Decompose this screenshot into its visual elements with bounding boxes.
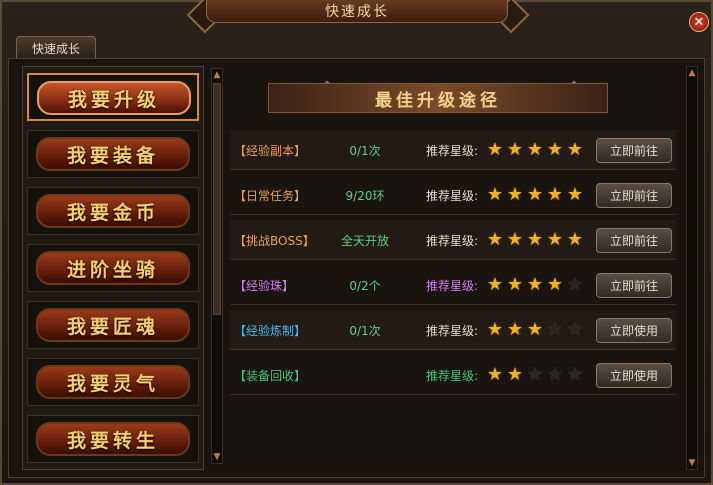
recommend-label: 推荐星级: [426, 143, 479, 158]
menu-item[interactable]: 进阶坐骑 [27, 244, 199, 292]
menu-button[interactable]: 我要转生 [36, 422, 190, 456]
star-filled-icon: ★ [546, 229, 564, 250]
star-rating: ★ ★ ★ ★ ★ [486, 141, 584, 159]
star-rating: ★ ★ ★ ★ ★ [486, 321, 584, 339]
scroll-up-icon[interactable]: ▲ [687, 68, 697, 78]
star-rating: ★ ★ ★ ★ ★ [486, 186, 584, 204]
route-progress: 全天开放 [340, 233, 389, 248]
route-progress: 0/2个 [349, 278, 381, 293]
route-name: 【经验副本】 [234, 143, 307, 158]
route-action-button[interactable]: 立即使用 [596, 363, 672, 388]
route-progress [330, 355, 400, 395]
star-filled-icon: ★ [526, 274, 544, 295]
route-row: 【装备回收】 推荐星级: ★ ★ ★ ★ ★ 立即使用 [230, 355, 676, 395]
route-action-button[interactable]: 立即前往 [596, 228, 672, 253]
star-rating: ★ ★ ★ ★ ★ [486, 276, 584, 294]
banner-title: 最佳升级途径 [375, 90, 501, 111]
star-filled-icon: ★ [506, 229, 524, 250]
menu-button[interactable]: 我要灵气 [36, 365, 190, 399]
route-name: 【经验炼制】 [234, 323, 307, 338]
window-title: 快速成长 [325, 4, 389, 20]
scroll-down-icon[interactable]: ▼ [687, 458, 697, 468]
recommend-label: 推荐星级: [426, 323, 479, 338]
menu-scroll-thumb[interactable] [213, 83, 221, 315]
star-filled-icon: ★ [526, 139, 544, 160]
menu-button[interactable]: 我要装备 [36, 137, 190, 171]
menu-scrollbar[interactable]: ▲ ▼ [211, 68, 223, 464]
route-action-button[interactable]: 立即使用 [596, 318, 672, 343]
star-filled-icon: ★ [526, 184, 544, 205]
star-empty-icon: ★ [566, 364, 584, 385]
star-filled-icon: ★ [486, 274, 504, 295]
route-row: 【经验炼制】 0/1次 推荐星级: ★ ★ ★ ★ ★ 立即使用 [230, 310, 676, 350]
star-rating: ★ ★ ★ ★ ★ [486, 231, 584, 249]
close-icon: ✕ [693, 14, 705, 30]
tab-quick-growth[interactable]: 快速成长 [16, 36, 96, 59]
star-filled-icon: ★ [506, 184, 524, 205]
menu-item[interactable]: 我要升级 [27, 73, 199, 121]
recommend-label: 推荐星级: [426, 188, 479, 203]
route-name: 【挑战BOSS】 [234, 233, 315, 248]
menu-item[interactable]: 我要装备 [27, 130, 199, 178]
star-filled-icon: ★ [506, 319, 524, 340]
menu-button[interactable]: 我要匠魂 [36, 308, 190, 342]
star-filled-icon: ★ [486, 319, 504, 340]
menu-button[interactable]: 我要升级 [37, 81, 191, 115]
star-filled-icon: ★ [486, 184, 504, 205]
star-empty-icon: ★ [526, 364, 544, 385]
close-button[interactable]: ✕ [689, 12, 709, 32]
star-filled-icon: ★ [566, 184, 584, 205]
star-filled-icon: ★ [546, 274, 564, 295]
category-menu: 我要升级我要装备我要金币进阶坐骑我要匠魂我要灵气我要转生 [22, 66, 204, 470]
route-action-button[interactable]: 立即前往 [596, 273, 672, 298]
menu-item[interactable]: 我要转生 [27, 415, 199, 463]
star-filled-icon: ★ [526, 319, 544, 340]
route-row: 【日常任务】 9/20环 推荐星级: ★ ★ ★ ★ ★ 立即前往 [230, 175, 676, 215]
star-filled-icon: ★ [506, 139, 524, 160]
star-filled-icon: ★ [486, 364, 504, 385]
route-row: 【挑战BOSS】 全天开放 推荐星级: ★ ★ ★ ★ ★ 立即前往 [230, 220, 676, 260]
star-filled-icon: ★ [546, 139, 564, 160]
star-filled-icon: ★ [486, 229, 504, 250]
star-filled-icon: ★ [526, 229, 544, 250]
route-progress: 0/1次 [349, 143, 381, 158]
scroll-up-icon[interactable]: ▲ [212, 70, 222, 80]
recommend-label: 推荐星级: [426, 233, 479, 248]
route-name: 【日常任务】 [234, 188, 307, 203]
menu-button[interactable]: 进阶坐骑 [36, 251, 190, 285]
route-progress: 0/1次 [349, 323, 381, 338]
star-filled-icon: ★ [566, 229, 584, 250]
recommend-label: 推荐星级: [426, 368, 479, 383]
menu-button[interactable]: 我要金币 [36, 194, 190, 228]
menu-item[interactable]: 我要灵气 [27, 358, 199, 406]
route-action-button[interactable]: 立即前往 [596, 183, 672, 208]
route-name: 【经验珠】 [234, 278, 295, 293]
star-empty-icon: ★ [546, 364, 564, 385]
star-empty-icon: ★ [566, 319, 584, 340]
window-title-plate: 快速成长 [206, 0, 508, 23]
panel-scrollbar[interactable]: ▲ ▼ [686, 66, 698, 470]
route-name: 【装备回收】 [234, 368, 307, 383]
star-empty-icon: ★ [566, 274, 584, 295]
route-row: 【经验珠】 0/2个 推荐星级: ★ ★ ★ ★ ★ 立即前往 [230, 265, 676, 305]
route-row: 【经验副本】 0/1次 推荐星级: ★ ★ ★ ★ ★ 立即前往 [230, 130, 676, 170]
route-progress: 9/20环 [345, 188, 385, 203]
menu-item[interactable]: 我要金币 [27, 187, 199, 235]
route-action-button[interactable]: 立即前往 [596, 138, 672, 163]
star-rating: ★ ★ ★ ★ ★ [486, 366, 584, 384]
best-route-banner: 最佳升级途径 [268, 83, 608, 113]
star-empty-icon: ★ [546, 319, 564, 340]
menu-item[interactable]: 我要匠魂 [27, 301, 199, 349]
recommend-label: 推荐星级: [426, 278, 479, 293]
star-filled-icon: ★ [546, 184, 564, 205]
star-filled-icon: ★ [486, 139, 504, 160]
star-filled-icon: ★ [566, 139, 584, 160]
scroll-down-icon[interactable]: ▼ [212, 452, 222, 462]
star-filled-icon: ★ [506, 364, 524, 385]
star-filled-icon: ★ [506, 274, 524, 295]
